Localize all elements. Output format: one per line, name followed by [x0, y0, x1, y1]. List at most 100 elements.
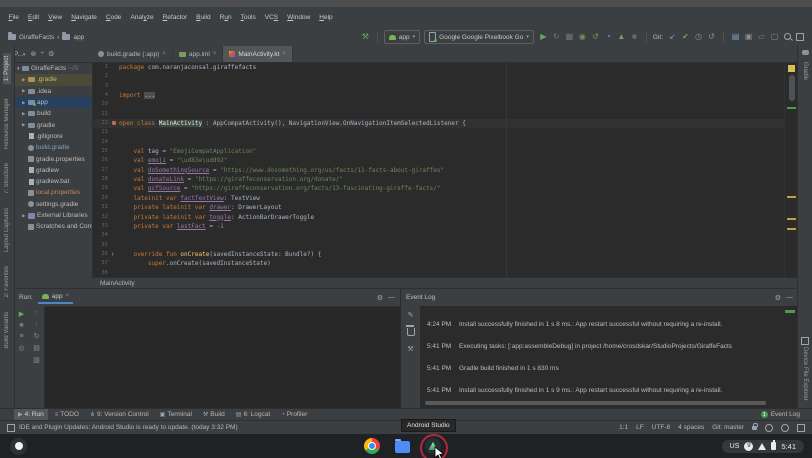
device-file-explorer-button[interactable]: Device File Explorer	[802, 347, 808, 401]
device-dropdown[interactable]: Google Google Pixelbook Go ▾	[424, 30, 534, 44]
down-stack-trace-icon[interactable]: ↓	[35, 321, 39, 328]
tool-window-button[interactable]: Layout Captures	[4, 201, 10, 259]
pin-tab-icon[interactable]: ◎	[18, 344, 24, 352]
gutter[interactable]	[111, 259, 119, 268]
code-line[interactable]: 34	[92, 231, 784, 240]
scrollbar-thumb[interactable]	[789, 75, 795, 101]
code-line[interactable]: 25 val tag = "EmojiCompatApplication"	[92, 147, 784, 156]
event-log-entry[interactable]: 5:41 PM Executing tasks: [:app:assembleD…	[427, 328, 798, 350]
code-line[interactable]: 31 private lateinit var drawer: DrawerLa…	[92, 203, 784, 212]
coverage-icon[interactable]: ▦	[564, 32, 575, 42]
sdk-manager-icon[interactable]: ▣	[743, 32, 754, 42]
gutter[interactable]	[111, 231, 119, 240]
tool-window-button[interactable]: ▤ 6: Logcat	[232, 409, 274, 420]
rollback-icon[interactable]: ↺	[706, 32, 717, 42]
profiler-icon[interactable]: ◔	[603, 32, 614, 42]
gutter[interactable]	[111, 194, 119, 203]
code-line[interactable]: 35	[92, 241, 784, 250]
breadcrumb-module[interactable]: app	[73, 34, 84, 41]
gutter[interactable]	[111, 241, 119, 250]
update-icon[interactable]	[7, 424, 15, 432]
run-configuration-dropdown[interactable]: app ▾	[384, 30, 420, 44]
code-line[interactable]: 21	[92, 110, 784, 119]
gutter[interactable]: ↑	[111, 250, 119, 259]
android-studio-shelf-item[interactable]	[425, 438, 441, 454]
avd-manager-icon[interactable]: ▱	[756, 32, 767, 42]
tool-window-button[interactable]: ≡ TODO	[51, 409, 83, 420]
gutter[interactable]	[111, 63, 119, 72]
console-layout-icon[interactable]: ≡	[19, 333, 23, 340]
gutter[interactable]	[111, 213, 119, 222]
editor-tab[interactable]: MainActivity.kt ×	[223, 46, 293, 62]
up-stack-trace-icon[interactable]: ↑	[35, 310, 39, 317]
lock-icon[interactable]	[752, 426, 757, 430]
close-icon[interactable]: ×	[66, 293, 70, 299]
settings-wrench-icon[interactable]: ⚒	[407, 345, 413, 353]
code-line[interactable]: 2	[92, 72, 784, 81]
collapse-all-icon[interactable]: ÷	[40, 50, 44, 58]
stop-icon[interactable]: ■	[629, 32, 640, 42]
commit-icon[interactable]: ✔	[680, 32, 691, 42]
code-line[interactable]: 23	[92, 128, 784, 137]
tree-item[interactable]: gradle.properties	[14, 153, 92, 164]
code-line[interactable]: 37 super.onCreate(savedInstanceState)	[92, 259, 784, 268]
build-hammer-icon[interactable]: ⚒	[360, 32, 371, 42]
tree-item[interactable]: ▶ .idea	[14, 86, 92, 97]
code-line[interactable]: 33 private var lastFact = -1	[92, 222, 784, 231]
tool-window-button[interactable]: ▣ Terminal	[156, 409, 196, 420]
gutter[interactable]	[111, 147, 119, 156]
status-message[interactable]: IDE and Plugin Updates: Android Studio i…	[19, 424, 238, 431]
menu-item[interactable]: File	[4, 14, 24, 21]
menu-item[interactable]: Code	[101, 14, 126, 21]
minimize-icon[interactable]: —	[786, 294, 793, 301]
tree-item[interactable]: gradlew.bat	[14, 176, 92, 187]
menu-item[interactable]: Tools	[236, 14, 260, 21]
tree-item[interactable]: .gitignore	[14, 131, 92, 142]
tree-item[interactable]: ▶ External Libraries	[14, 210, 92, 221]
menu-item[interactable]: View	[44, 14, 67, 21]
status-widget[interactable]: UTF-8	[652, 424, 670, 431]
run-tab-app[interactable]: app ×	[38, 292, 73, 304]
code-line[interactable]: 28 val donateLink = "https://giraffecons…	[92, 175, 784, 184]
files-app-icon[interactable]	[395, 441, 410, 453]
rerun-icon[interactable]: ↻	[551, 32, 562, 42]
layout-settings-icon[interactable]	[796, 33, 804, 41]
menu-item[interactable]: Build	[192, 14, 215, 21]
gutter[interactable]	[111, 166, 119, 175]
code-line[interactable]: 1package com.naranjaconsal.giraffefacts	[92, 63, 784, 72]
close-icon[interactable]: ×	[213, 51, 217, 57]
tree-item[interactable]: ▶ build	[14, 108, 92, 119]
menu-item[interactable]: Help	[315, 14, 337, 21]
launcher-button[interactable]	[10, 438, 27, 455]
tool-window-button[interactable]: ◔ Profiler	[277, 409, 311, 420]
apply-code-changes-icon[interactable]: ▲	[616, 32, 627, 42]
run-icon[interactable]: ▶	[538, 32, 549, 42]
inspection-status-icon[interactable]	[788, 65, 795, 72]
status-widget[interactable]: Git: master	[712, 424, 744, 431]
code-line[interactable]: 32 private lateinit var toggle: ActionBa…	[92, 213, 784, 222]
editor-tab[interactable]: app.iml ×	[173, 46, 223, 62]
filter-icon[interactable]: ✎	[408, 311, 414, 319]
event-log-entry[interactable]: 4:24 PM Install successfully finished in…	[427, 306, 798, 328]
run-console[interactable]	[44, 306, 400, 408]
device-manager-icon[interactable]: ▢	[769, 32, 780, 42]
gradle-tool-button[interactable]: Gradle	[802, 62, 808, 80]
tree-item[interactable]: Scratches and Consoles	[14, 221, 92, 232]
tool-window-button[interactable]: 2: Favorites	[4, 259, 10, 304]
print-console-icon[interactable]: ▥	[33, 356, 40, 364]
gutter[interactable]	[111, 184, 119, 193]
tree-item[interactable]: settings.gradle	[14, 199, 92, 210]
code-editor[interactable]: 1package com.naranjaconsal.giraffefacts2…	[92, 63, 784, 277]
code-line[interactable]: 27 val doSomethingSource = "https://www.…	[92, 166, 784, 175]
code-line[interactable]: 24	[92, 138, 784, 147]
notifications-icon[interactable]	[781, 424, 789, 432]
system-tray[interactable]: US 9 5:41	[722, 440, 804, 453]
tree-item[interactable]: local.properties	[14, 187, 92, 198]
code-line[interactable]: 29 val gcfSource = "https://giraffeconse…	[92, 184, 784, 193]
tool-window-button[interactable]: Resource Manager	[4, 91, 10, 156]
menu-item[interactable]: Window	[283, 14, 315, 21]
tree-item[interactable]: gradlew	[14, 165, 92, 176]
tool-window-button[interactable]: Build Variants	[4, 305, 10, 356]
gutter[interactable]	[111, 203, 119, 212]
event-log-button[interactable]: 1 Event Log	[761, 411, 800, 418]
